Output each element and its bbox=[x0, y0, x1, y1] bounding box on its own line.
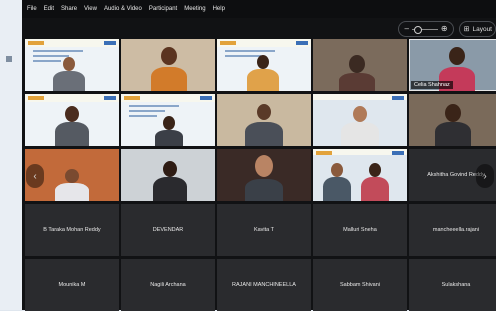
video-tile[interactable] bbox=[217, 94, 311, 146]
menu-share[interactable]: Share bbox=[61, 6, 77, 12]
meeting-window: File Edit Share View Audio & Video Parti… bbox=[22, 0, 496, 311]
video-tile[interactable]: Sulakshana bbox=[409, 259, 496, 311]
menu-file[interactable]: File bbox=[27, 6, 37, 12]
zoom-in-icon[interactable]: ⊕ bbox=[441, 25, 448, 33]
video-tile[interactable]: RAJANI MANCHINEELLA bbox=[217, 259, 311, 311]
video-tile[interactable]: Mounika M bbox=[25, 259, 119, 311]
participant-name: RAJANI MANCHINEELLA bbox=[232, 282, 296, 288]
video-tile[interactable] bbox=[121, 39, 215, 91]
video-tile[interactable]: Nagili Archana bbox=[121, 259, 215, 311]
participant-name: Malluri Sneha bbox=[343, 227, 377, 233]
menu-edit[interactable]: Edit bbox=[44, 6, 54, 12]
participant-name: DEVENDAR bbox=[152, 227, 184, 233]
chevron-left-icon: ‹ bbox=[33, 170, 37, 182]
video-tile[interactable]: DEVENDAR bbox=[121, 204, 215, 256]
layout-button[interactable]: ⊞ Layout bbox=[458, 21, 496, 37]
zoom-out-icon[interactable]: – bbox=[404, 25, 408, 33]
slide-banner bbox=[25, 39, 119, 47]
previous-page-button[interactable]: ‹ bbox=[26, 164, 44, 188]
participant-name: Mounika M bbox=[58, 282, 86, 288]
participant-name: Sulakshana bbox=[441, 282, 471, 288]
menu-help[interactable]: Help bbox=[213, 6, 225, 12]
slide-banner bbox=[313, 94, 407, 100]
video-tile[interactable] bbox=[313, 39, 407, 91]
menu-participant[interactable]: Participant bbox=[149, 6, 177, 12]
desktop-background bbox=[0, 0, 23, 310]
slide-banner bbox=[217, 39, 311, 47]
menu-view[interactable]: View bbox=[84, 6, 97, 12]
video-tile[interactable] bbox=[217, 39, 311, 91]
participant-name: Nagili Archana bbox=[150, 282, 186, 288]
video-tile[interactable] bbox=[313, 149, 407, 201]
slide-banner bbox=[25, 94, 119, 102]
grid-icon: ⊞ bbox=[463, 26, 470, 33]
video-tile[interactable]: mancheeella.rajani bbox=[409, 204, 496, 256]
participant-name: Kavita T bbox=[253, 227, 275, 233]
zoom-knob[interactable] bbox=[413, 25, 422, 34]
view-toolbar: – ⊕ ⊞ Layout bbox=[398, 20, 496, 38]
zoom-track[interactable] bbox=[411, 25, 438, 34]
menu-bar: File Edit Share View Audio & Video Parti… bbox=[22, 0, 496, 18]
slide-text bbox=[33, 50, 83, 65]
zoom-slider[interactable]: – ⊕ bbox=[398, 21, 454, 37]
video-tile[interactable]: B Taraka Mohan Reddy bbox=[25, 204, 119, 256]
video-tile[interactable]: Kavita T bbox=[217, 204, 311, 256]
slide-banner bbox=[313, 149, 407, 155]
chevron-right-icon: › bbox=[483, 170, 487, 182]
participant-name-tag: Celia Shahnaz bbox=[411, 81, 453, 89]
video-grid: Celia Shahnaz Akshitha Govind Reddy B Ta… bbox=[25, 39, 496, 311]
video-tile[interactable] bbox=[409, 94, 496, 146]
next-page-button[interactable]: › bbox=[476, 164, 494, 188]
participant-name: B Taraka Mohan Reddy bbox=[43, 227, 101, 233]
layout-label: Layout bbox=[472, 25, 492, 33]
video-tile[interactable] bbox=[121, 94, 215, 146]
participant-name: mancheeella.rajani bbox=[432, 227, 480, 233]
menu-audio-video[interactable]: Audio & Video bbox=[104, 6, 142, 12]
slide-banner bbox=[121, 94, 215, 102]
video-tile[interactable] bbox=[121, 149, 215, 201]
participant-name: Sabbam Shivani bbox=[339, 282, 381, 288]
video-tile[interactable]: Malluri Sneha bbox=[313, 204, 407, 256]
menu-meeting[interactable]: Meeting bbox=[184, 6, 205, 12]
video-tile[interactable] bbox=[25, 94, 119, 146]
desktop-icon bbox=[6, 56, 12, 62]
video-tile[interactable] bbox=[217, 149, 311, 201]
video-tile[interactable] bbox=[313, 94, 407, 146]
video-tile[interactable]: Sabbam Shivani bbox=[313, 259, 407, 311]
video-tile[interactable]: Celia Shahnaz bbox=[409, 39, 496, 91]
video-tile[interactable] bbox=[25, 39, 119, 91]
